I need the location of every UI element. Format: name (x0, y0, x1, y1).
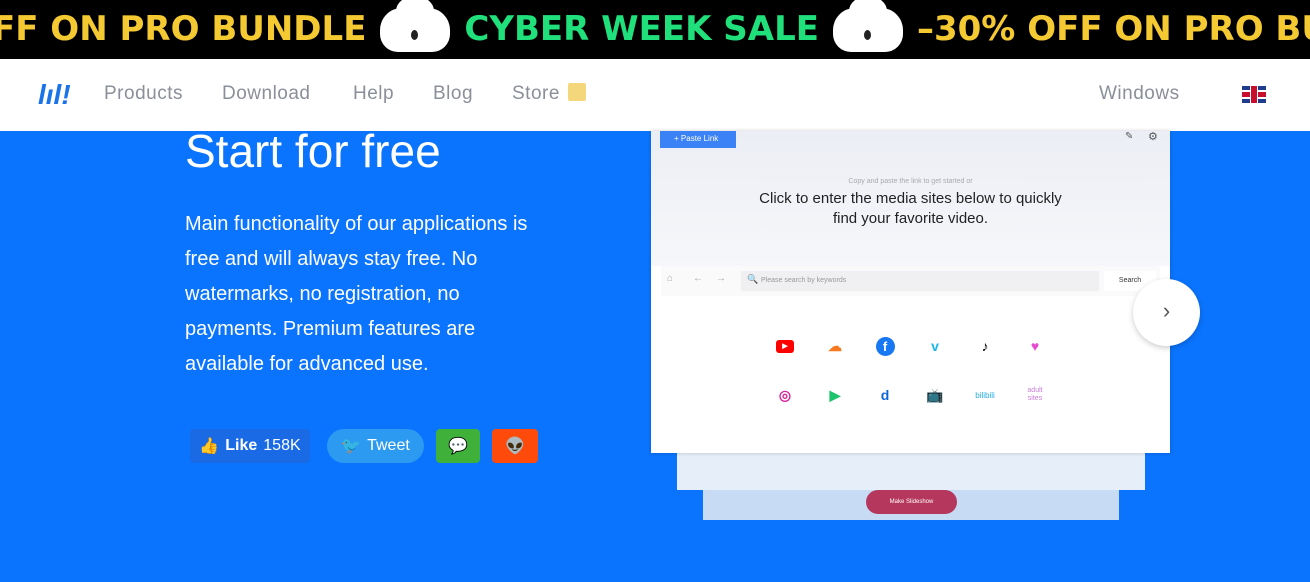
like-count: 158K (263, 437, 301, 454)
wechat-icon: 💬 (448, 438, 468, 455)
main-text-label: Click to enter the media sites below to … (759, 190, 1062, 227)
twitter-bird-icon: 🐦 (341, 438, 362, 455)
facebook-like-button[interactable]: 👍 Like 158K (190, 429, 310, 463)
soundcloud-icon: ☁ (828, 337, 842, 354)
instagram-icon: ◎ (778, 386, 792, 403)
main-text: Click to enter the media sites below to … (651, 189, 1170, 229)
browser-bar: ⌂ ← → Please search by keywords 🔍 Search (661, 266, 1160, 296)
logo[interactable]: lıl! (38, 79, 71, 111)
platform-select[interactable]: Windows (1099, 83, 1180, 105)
uk-flag-icon[interactable] (1242, 86, 1266, 103)
hint-text: Copy and paste the link to get started o… (848, 178, 973, 185)
forward-arrow-icon: → (716, 273, 726, 284)
make-slideshow-button: Make Slideshow (866, 490, 957, 514)
vimeo-icon: v (931, 338, 939, 354)
tweet-label: Tweet (367, 437, 410, 454)
hero-description: Main functionality of our applications i… (185, 213, 528, 375)
tweet-button[interactable]: 🐦 Tweet (327, 429, 424, 463)
nav-help[interactable]: Help (353, 83, 394, 105)
nav-store-label: Store (512, 83, 560, 104)
search-input: Please search by keywords (741, 271, 1099, 291)
gear-icon: ⚙ (1148, 131, 1158, 143)
banner-text: FF ON PRO BUNDLE (0, 9, 367, 49)
carousel-next-button[interactable]: › (1133, 279, 1200, 346)
app-screenshot: + Paste Link ✎ ⚙ Copy and paste the link… (651, 131, 1170, 453)
hero-title: Start for free (185, 125, 441, 177)
nav-download[interactable]: Download (222, 83, 311, 105)
back-arrow-icon: ← (693, 273, 703, 284)
cloud-mascot-icon (832, 0, 903, 52)
bilibili-icon: bilibili (975, 390, 995, 400)
paste-link-button: + Paste Link (660, 131, 736, 148)
nav-store[interactable]: Store (512, 83, 586, 105)
likee-heart-icon: ♥ (1030, 338, 1040, 354)
paste-link-label: Paste Link (680, 134, 719, 143)
banner-text: CYBER WEEK SALE (464, 9, 819, 49)
adult-sites-icon: adult sites (1027, 387, 1043, 402)
facebook-icon: f (875, 336, 895, 356)
home-icon: ⌂ (667, 273, 674, 284)
search-icon: 🔍 (747, 274, 759, 284)
brush-icon: ✎ (1125, 131, 1134, 142)
promo-banner[interactable]: FF ON PRO BUNDLE CYBER WEEK SALE –30% OF… (0, 0, 1310, 59)
thumbs-up-icon: 👍 (199, 438, 220, 455)
wechat-share-button[interactable]: 💬 (436, 429, 480, 463)
tiktok-icon: ♪ (981, 338, 989, 354)
top-nav: lıl! Products Download Help Blog Store W… (0, 59, 1310, 131)
dailymotion-icon: d (880, 387, 890, 403)
nav-products[interactable]: Products (104, 83, 183, 105)
rumble-play-icon: ▶ (829, 386, 841, 403)
reddit-icon: 👽 (505, 438, 525, 455)
banner-text: –30% OFF ON PRO BUNDLE (916, 9, 1310, 49)
reddit-share-button[interactable]: 👽 (492, 429, 538, 463)
cloud-mascot-icon (380, 0, 451, 52)
niconico-tv-icon: 📺 (926, 386, 944, 403)
youtube-icon: ▶ (776, 339, 794, 353)
shopping-bag-icon (567, 83, 586, 101)
nav-blog[interactable]: Blog (433, 83, 473, 105)
like-label: Like (225, 437, 258, 454)
